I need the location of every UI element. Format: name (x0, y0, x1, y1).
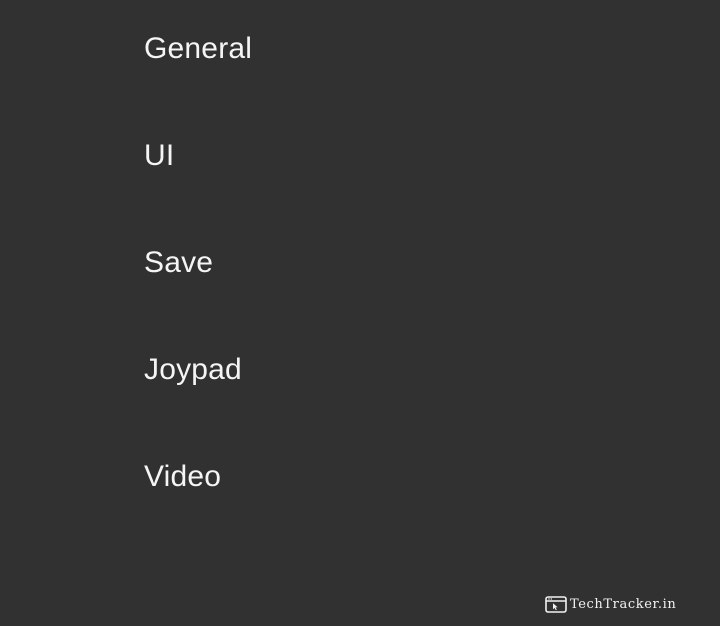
menu-item-label: Video (144, 459, 222, 493)
menu-item-label: Save (144, 245, 214, 279)
menu-item-label: UI (144, 138, 175, 172)
menu-item-ui[interactable]: UI (0, 102, 720, 209)
menu-item-general[interactable]: General (0, 0, 720, 102)
menu-item-label: General (144, 31, 253, 65)
watermark-text: TechTracker.in (570, 596, 677, 612)
menu-item-video[interactable]: Video (0, 423, 720, 530)
watermark: TechTracker.in (545, 594, 676, 614)
menu-item-save[interactable]: Save (0, 209, 720, 316)
menu-item-joypad[interactable]: Joypad (0, 316, 720, 423)
menu-item-label: Joypad (144, 352, 242, 386)
browser-cursor-icon (545, 595, 567, 613)
